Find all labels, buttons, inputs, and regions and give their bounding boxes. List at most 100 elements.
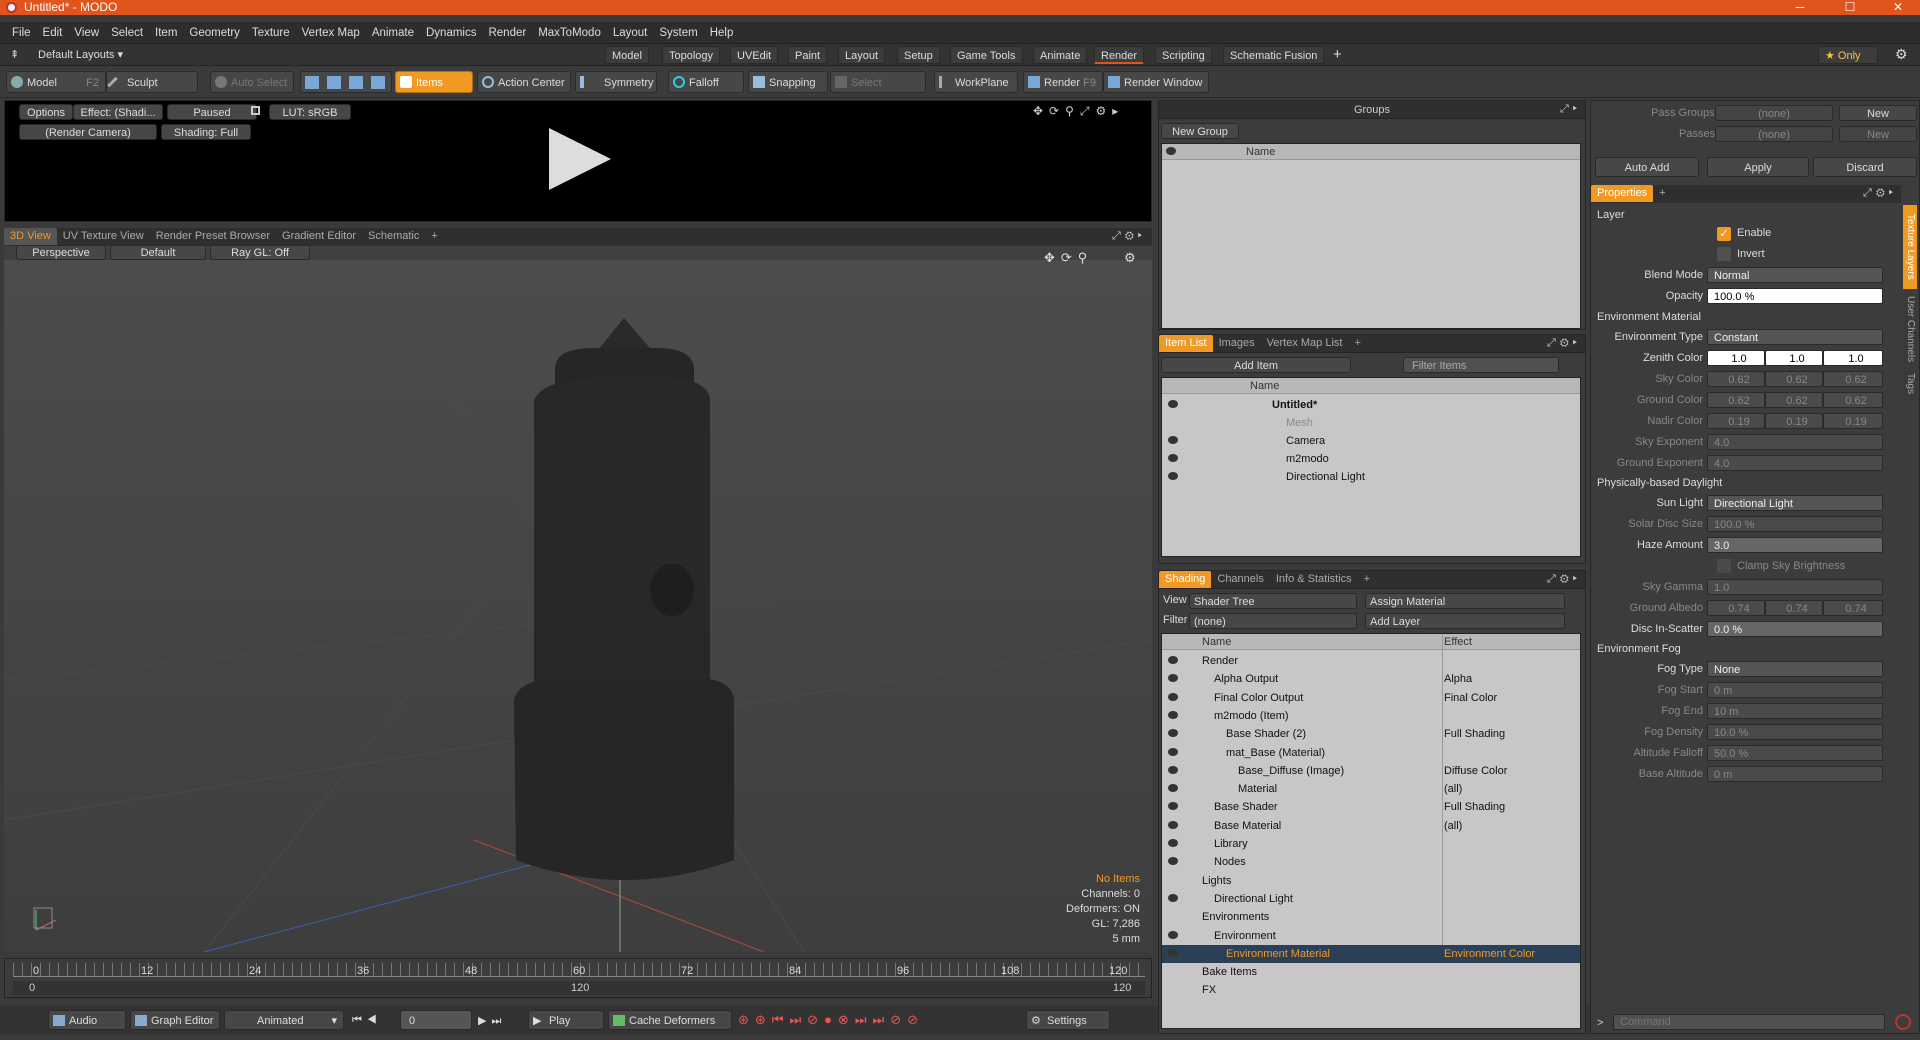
clamp-sky-checkbox[interactable] (1717, 559, 1731, 573)
pass-groups-dropdown[interactable]: (none) (1715, 105, 1833, 121)
tab-schematic-fusion[interactable]: Schematic Fusion (1223, 46, 1325, 64)
tab-uvedit[interactable]: UVEdit (730, 46, 779, 64)
env-type-dropdown[interactable]: Constant (1707, 329, 1883, 345)
add-view-tab-icon[interactable]: + (425, 228, 443, 245)
base-altitude-field[interactable]: 0 m (1707, 766, 1883, 782)
table-row[interactable]: Material (all) (1162, 780, 1580, 798)
animated-dropdown[interactable]: Animated ▾ (224, 1010, 344, 1030)
sky-g-field[interactable]: 0.62 (1765, 371, 1823, 387)
haze-amount-field[interactable]: 3.0 (1707, 537, 1883, 553)
tab-render-preset-browser[interactable]: Render Preset Browser (150, 228, 276, 245)
table-row[interactable]: Library (1162, 835, 1580, 853)
eye-icon[interactable] (1168, 436, 1178, 444)
tab-game-tools[interactable]: Game Tools (950, 46, 1023, 64)
model-button[interactable]: Model F2 (6, 71, 106, 93)
table-row[interactable]: Bake Items (1162, 963, 1580, 981)
command-input[interactable] (1613, 1014, 1885, 1030)
sky-r-field[interactable]: 0.62 (1707, 371, 1765, 387)
eye-icon[interactable] (1168, 857, 1178, 866)
render-window-button[interactable]: Render Window (1103, 71, 1209, 93)
add-shading-tab-icon[interactable]: + (1358, 571, 1376, 588)
ground-b-field[interactable]: 0.62 (1823, 392, 1883, 408)
list-item[interactable]: m2modo (1162, 450, 1580, 468)
menu-item[interactable]: Item (149, 22, 183, 44)
discard-button[interactable]: Discard (1813, 157, 1917, 177)
shading-pane-icons[interactable]: ⤢⚙▸ (1547, 573, 1581, 586)
sculpt-button[interactable]: Sculpt (106, 71, 198, 93)
fog-type-dropdown[interactable]: None (1707, 661, 1883, 677)
shader-row-effect[interactable]: Full Shading (1444, 725, 1505, 743)
table-row[interactable]: Directional Light (1162, 890, 1580, 908)
fog-density-field[interactable]: 10.0 % (1707, 724, 1883, 740)
eye-icon[interactable] (1168, 710, 1178, 719)
table-row[interactable]: Base Shader Full Shading (1162, 798, 1580, 816)
material-mode-icon[interactable] (371, 76, 385, 89)
menu-texture[interactable]: Texture (246, 22, 296, 44)
tab-texture-layers[interactable]: Texture Layers (1903, 205, 1917, 289)
shader-row-effect[interactable]: (all) (1444, 817, 1462, 835)
eye-icon[interactable] (1168, 472, 1178, 480)
opacity-field[interactable]: 100.0 % (1707, 288, 1883, 304)
tab-images[interactable]: Images (1213, 335, 1261, 352)
table-row[interactable]: Base_Diffuse (Image) Diffuse Color (1162, 762, 1580, 780)
shader-row-effect[interactable]: Diffuse Color (1444, 762, 1507, 780)
nadir-r-field[interactable]: 0.19 (1707, 413, 1765, 429)
zenith-b-field[interactable]: 1.0 (1823, 350, 1883, 366)
tab-model[interactable]: Model (605, 46, 649, 64)
tab-topology[interactable]: Topology (662, 46, 721, 64)
effect-dropdown[interactable]: Effect: (Shadi... (73, 104, 163, 120)
tab-item-list[interactable]: Item List (1159, 335, 1213, 352)
shader-tree[interactable]: Name Effect Render Alpha Output Alpha Final… (1161, 633, 1581, 1029)
add-item-button[interactable]: Add Item (1161, 357, 1351, 373)
eye-icon[interactable] (1168, 930, 1178, 939)
sky-exponent-field[interactable]: 4.0 (1707, 434, 1883, 450)
only-button[interactable]: ★ Only (1818, 46, 1878, 64)
eye-icon[interactable] (1168, 674, 1178, 683)
ground-g-field[interactable]: 0.62 (1765, 392, 1823, 408)
tab-uv-texture-view[interactable]: UV Texture View (57, 228, 150, 245)
auto-select-button[interactable]: Auto Select (210, 71, 294, 93)
ground-exponent-field[interactable]: 4.0 (1707, 455, 1883, 471)
filter-items-input[interactable]: Filter Items (1403, 357, 1559, 373)
item-list[interactable]: Name Untitled* Mesh Camera m2modo Direct… (1161, 377, 1581, 557)
passes-dropdown[interactable]: (none) (1715, 126, 1833, 142)
menu-select[interactable]: Select (105, 22, 149, 44)
shader-row-effect[interactable]: Final Color (1444, 689, 1497, 707)
paused-toggle[interactable]: Paused (167, 104, 257, 120)
shading-dropdown[interactable]: Shading: Full (161, 124, 251, 140)
eye-icon[interactable] (1168, 839, 1178, 847)
shader-tree-dropdown[interactable]: Shader Tree (1189, 593, 1357, 609)
enable-checkbox[interactable]: ✓ (1717, 227, 1731, 241)
zenith-g-field[interactable]: 1.0 (1765, 350, 1823, 366)
transport-rewind-icons[interactable]: ⏮◀ (352, 1014, 382, 1027)
table-row[interactable]: Base Shader (2) Full Shading (1162, 725, 1580, 743)
new-pass-disabled-button[interactable]: New (1839, 126, 1917, 142)
fog-start-field[interactable]: 0 m (1707, 682, 1883, 698)
edge-mode-icon[interactable] (327, 76, 341, 89)
tab-info-statistics[interactable]: Info & Statistics (1270, 571, 1358, 588)
play-render-icon[interactable] (545, 126, 615, 192)
vertex-mode-icon[interactable] (305, 76, 319, 89)
tab-animate[interactable]: Animate (1033, 46, 1088, 64)
menu-file[interactable]: File (0, 22, 37, 44)
menu-render[interactable]: Render (482, 22, 532, 44)
list-item[interactable]: Mesh (1162, 414, 1580, 432)
preview-view-controls-icon[interactable]: ✥⟳⚲⤢⚙▸ (1033, 104, 1124, 119)
new-pass-button[interactable]: New (1839, 105, 1917, 121)
frame-input[interactable]: 0 (400, 1010, 472, 1030)
tab-scripting[interactable]: Scripting (1155, 46, 1212, 64)
tab-layout[interactable]: Layout (838, 46, 886, 64)
sky-b-field[interactable]: 0.62 (1823, 371, 1883, 387)
table-row[interactable]: FX (1162, 981, 1580, 999)
polygon-mode-icon[interactable] (349, 76, 363, 89)
sun-light-dropdown[interactable]: Directional Light (1707, 495, 1883, 511)
table-row[interactable]: mat_Base (Material) (1162, 744, 1580, 762)
groups-pane-icons[interactable]: ⤢▸ (1560, 103, 1581, 116)
list-item[interactable]: Untitled* (1162, 396, 1580, 414)
add-layer-dropdown[interactable]: Add Layer (1365, 613, 1565, 629)
table-row[interactable]: Alpha Output Alpha (1162, 670, 1580, 688)
visibility-eye-icon[interactable] (1166, 147, 1176, 155)
eye-icon[interactable] (1168, 747, 1178, 756)
tab-paint[interactable]: Paint (788, 46, 828, 64)
new-group-button[interactable]: New Group (1161, 123, 1239, 139)
